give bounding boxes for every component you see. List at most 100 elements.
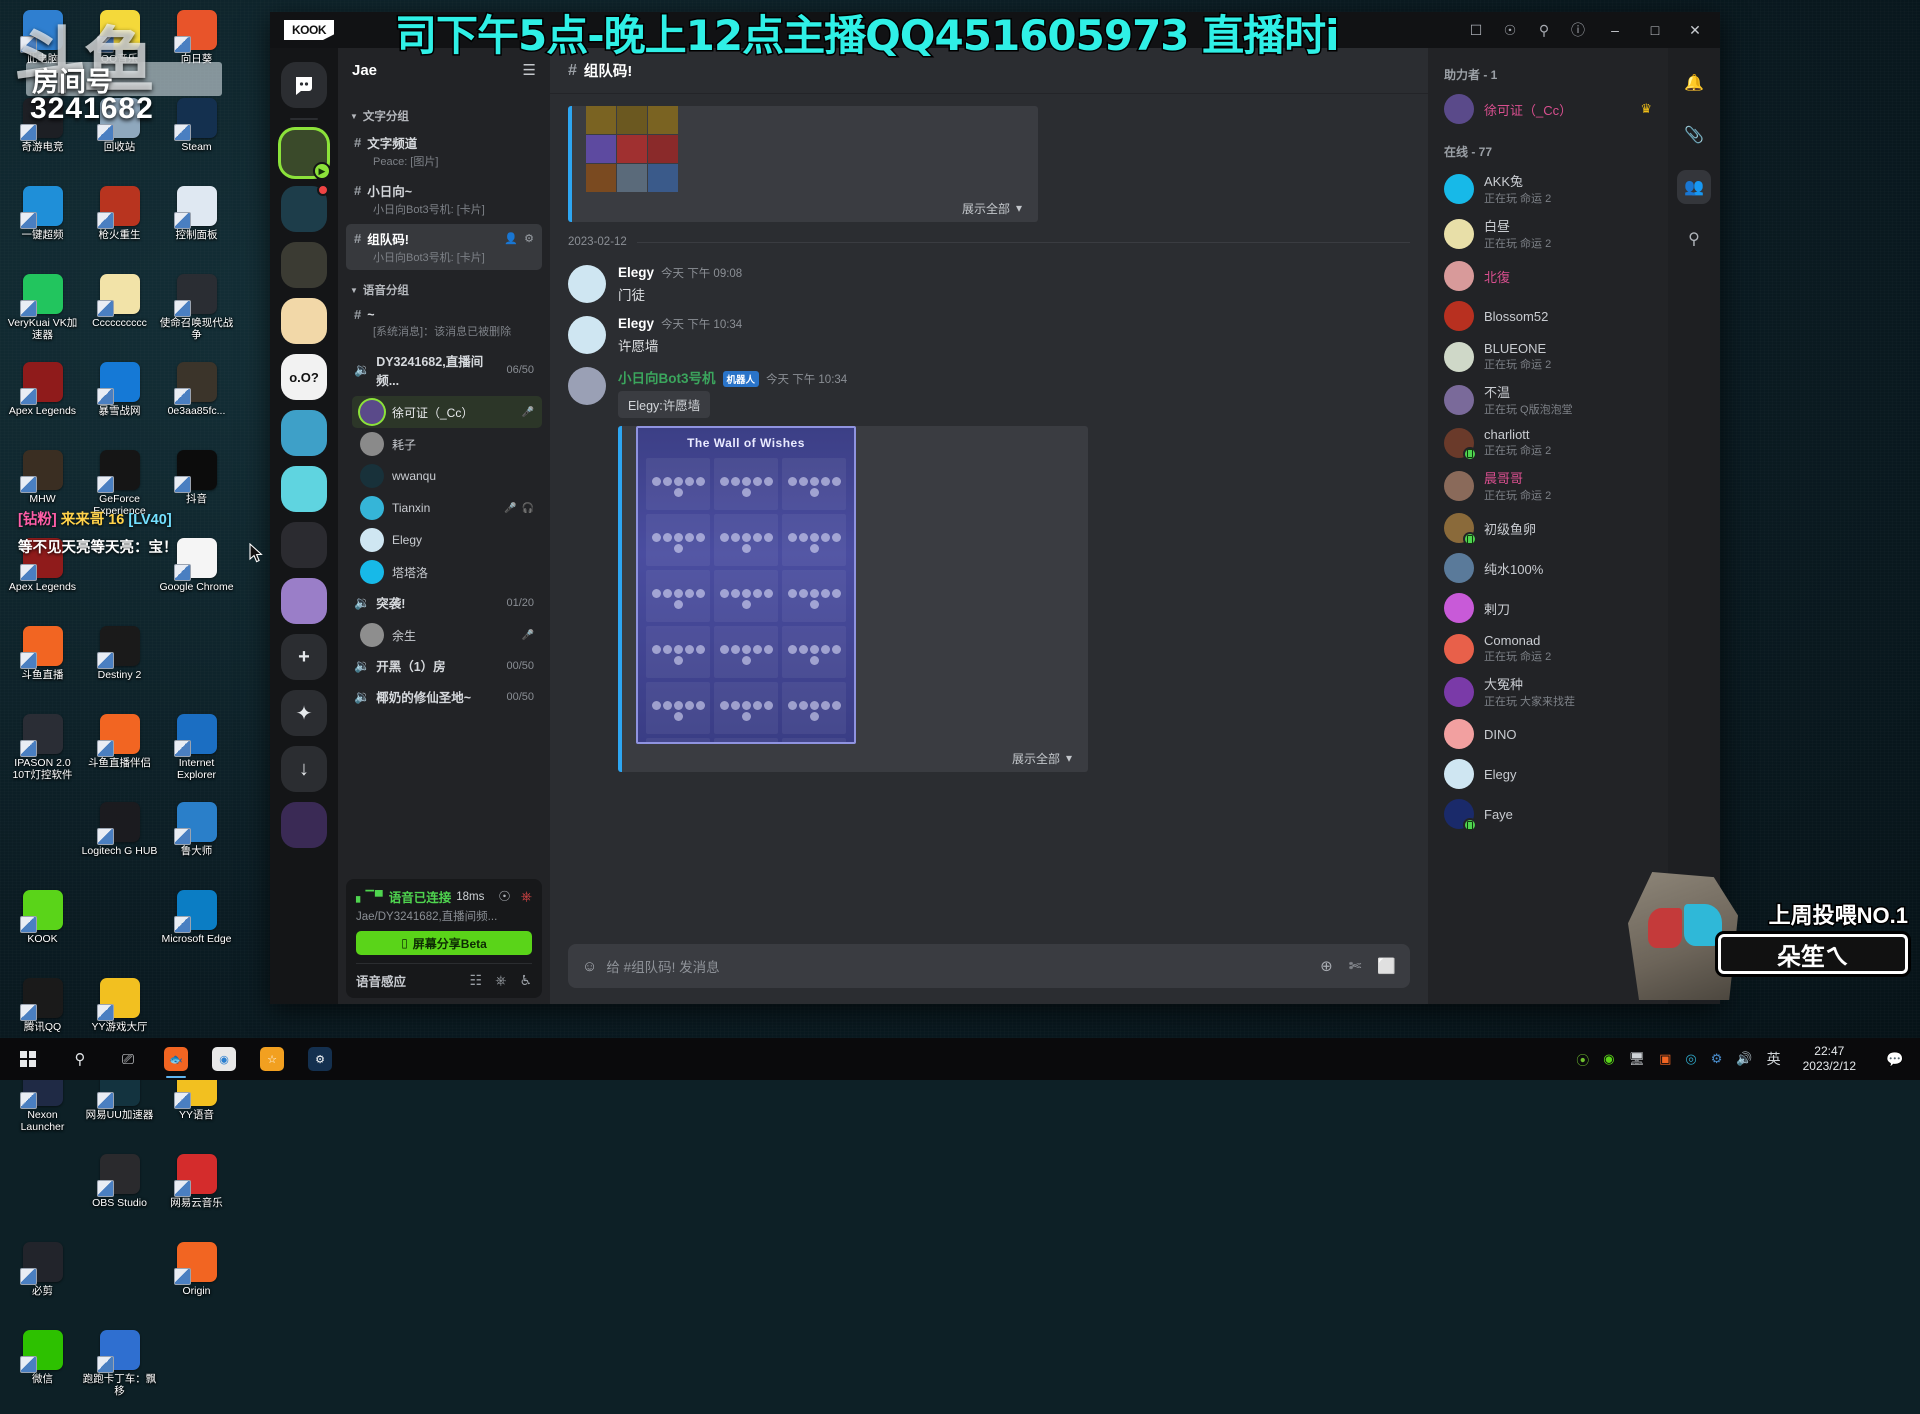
disconnect-icon[interactable]: ⎈ [521,888,532,905]
show-all-button-card[interactable]: 展示全部▾ [622,744,1088,772]
taskbar-item-ludashi[interactable]: ☆ [248,1038,296,1080]
taskbar-item-steam[interactable]: ⚙ [296,1038,344,1080]
desktop-icon[interactable]: IPASON 2.0 10T灯控软件 [4,710,81,798]
volume-icon[interactable]: 🔊 [1736,1051,1752,1067]
taskbar-search-icon[interactable]: ⚲ [56,1038,104,1080]
desktop-icon[interactable]: Cccccccccc [81,270,158,358]
desktop-icon[interactable]: 暴雪战网 [81,358,158,446]
guild-item-download[interactable]: ↓ [281,746,327,792]
desktop-icon[interactable]: 跑跑卡丁车：飘移 [81,1326,158,1414]
voice-member[interactable]: 余生🎤 [352,619,542,651]
desktop-icon[interactable]: Microsoft Edge [158,886,235,974]
close-button[interactable]: ✕ [1684,22,1706,39]
desktop-icon[interactable]: 斗鱼直播伴侣 [81,710,158,798]
guild-item-guild-7[interactable] [281,466,327,512]
guild-item-guild-2[interactable] [281,186,327,232]
kook-home-icon[interactable] [281,62,327,108]
voice-member[interactable]: wwanqu [352,460,542,492]
desktop-icon[interactable]: 网易云音乐 [158,1150,235,1238]
desktop-icon[interactable]: 0e3aa85fc... [158,358,235,446]
guild-item-guild-last[interactable] [281,802,327,848]
avatar[interactable] [568,367,606,405]
member-item[interactable]: Blossom52 [1428,296,1668,336]
show-all-button-top[interactable]: 展示全部 ▾ [572,194,1038,222]
member-item[interactable]: BLUEONE正在玩 命运 2 [1428,336,1668,377]
guild-item-guild-8[interactable] [281,522,327,568]
desktop-icon[interactable]: Steam [158,94,235,182]
channel-item-突袭![interactable]: 🔉突袭!01/20 [346,588,542,617]
member-item[interactable]: 不温正在玩 Q版泡泡堂 [1428,377,1668,422]
invite-icon[interactable]: 👤 [504,232,518,245]
member-item[interactable]: AKK兔正在玩 命运 2 [1428,166,1668,211]
voice-member[interactable]: Elegy [352,524,542,556]
member-item[interactable]: Faye [1428,794,1668,834]
guild-item-guild-4[interactable] [281,298,327,344]
member-item[interactable]: 初级鱼卵 [1428,508,1668,548]
gift-icon[interactable]: ☐ [1468,22,1484,39]
uu-icon[interactable]: ◎ [1685,1051,1696,1067]
taskbar-clock[interactable]: 22:47 2023/2/12 [1795,1044,1864,1074]
minimize-button[interactable]: – [1604,22,1626,38]
card-embed-top[interactable]: 展示全部 ▾ [568,106,1038,222]
channel-list[interactable]: ▼文字分组#文字频道Peace: [图片]#小日向~小日向Bot3号机: [卡片… [338,92,550,875]
desktop-icon[interactable]: KOOK [4,886,81,974]
desktop-icon[interactable]: Logitech G HUB [81,798,158,886]
member-item[interactable]: 晨哥哥正在玩 命运 2 [1428,463,1668,508]
action-center-icon[interactable]: 💬 [1878,1038,1912,1080]
avatar[interactable] [568,316,606,354]
member-item[interactable]: charliott正在玩 命运 2 [1428,422,1668,463]
channel-category[interactable]: ▼文字分组 [346,98,542,128]
channel-item-DY3241682,直播间频...[interactable]: 🔉DY3241682,直播间频...06/50 [346,346,542,394]
desktop-icon[interactable]: VeryKuai VK加速器 [4,270,81,358]
member-item[interactable]: Comonad正在玩 命运 2 [1428,628,1668,669]
desktop-icon[interactable]: Destiny 2 [81,622,158,710]
desktop-icon[interactable]: 回收站 [81,94,158,182]
member-item[interactable]: DINO [1428,714,1668,754]
desktop-icon[interactable]: 鲁大师 [158,798,235,886]
settings-icon[interactable]: ⚙ [524,232,534,245]
nvidia-icon[interactable]: ⦿ [1576,1050,1589,1069]
channel-item-小日向~[interactable]: #小日向~小日向Bot3号机: [卡片] [346,176,542,222]
message-item[interactable]: Elegy今天 下午 09:08门徒 [568,258,1410,309]
guild-item-add[interactable]: + [281,634,327,680]
member-item[interactable]: 大冤种正在玩 大家来找茬 [1428,669,1668,714]
search-icon[interactable]: ⚲ [1536,22,1552,39]
taskbar-item-chrome[interactable]: ◉ [200,1038,248,1080]
headset-icon[interactable]: ♿ [519,972,532,989]
bell-icon[interactable]: 🔔 [1677,66,1711,100]
desktop-icon[interactable]: 一键超频 [4,182,81,270]
obs-icon[interactable]: ▣ [1659,1051,1671,1067]
guild-item-guild-9[interactable] [281,578,327,624]
help-icon[interactable]: ⓘ [1570,20,1586,40]
emoji-icon[interactable]: ☺ [582,958,597,975]
ime-indicator[interactable]: 英 [1767,1049,1781,1069]
screen-share-button[interactable]: ▯ 屏幕分享Beta [356,931,532,955]
search-icon[interactable]: ⚲ [1677,222,1711,256]
channel-item-组队码![interactable]: #组队码!👤⚙小日向Bot3号机: [卡片] [346,224,542,270]
task-view-icon[interactable]: ⎚ [104,1038,152,1080]
mic-icon[interactable]: ⎈ [495,972,506,989]
channel-category[interactable]: ▼语音分组 [346,272,542,302]
desktop-icon[interactable]: Apex Legends [4,358,81,446]
maximize-button[interactable]: □ [1644,22,1666,38]
desktop-icon[interactable]: 枪火重生 [81,182,158,270]
desktop-icon[interactable]: 奇游电竞 [4,94,81,182]
message-composer[interactable]: ☺ 给 #组队码! 发消息 ⊕ ✄ ⬜ [568,944,1410,988]
desktop-icon[interactable]: 必剪 [4,1238,81,1326]
message-list[interactable]: 展示全部 ▾ 2023-02-12 Elegy今天 下午 09:08门徒Eleg… [550,94,1428,932]
expand-icon[interactable]: ⬜ [1377,957,1396,975]
hamburger-icon[interactable]: ☰ [523,61,536,79]
wish-wall-card[interactable]: The Wall of Wishes展示全部▾ [618,426,1088,772]
soundwave-icon[interactable]: ☷ [470,972,483,989]
desktop-icon[interactable]: Internet Explorer [158,710,235,798]
member-item[interactable]: 北復 [1428,256,1668,296]
voice-member[interactable]: 徐可证（_Cc）🎤 [352,396,542,428]
add-icon[interactable]: ⊕ [1320,957,1333,975]
windows-icon[interactable] [0,1038,56,1080]
guild-item-Jae[interactable]: ▶ [281,130,327,176]
message-item[interactable]: 小日向Bot3号机机器人今天 下午 10:34Elegy:许愿墙The Wall… [568,360,1410,777]
steam-tray-icon[interactable]: ⚙ [1711,1051,1723,1067]
network-icon[interactable]: 🖥 [1629,1051,1646,1067]
desktop-icon[interactable]: 微信 [4,1326,81,1414]
member-item[interactable]: 白昼正在玩 命运 2 [1428,211,1668,256]
